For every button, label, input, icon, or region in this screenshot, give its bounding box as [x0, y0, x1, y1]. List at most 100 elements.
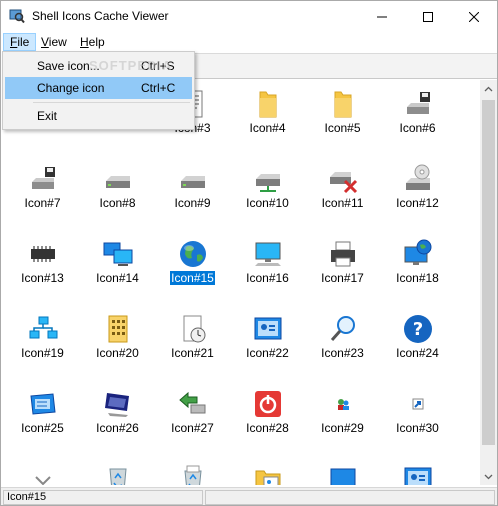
icon-item[interactable]: Icon#9	[155, 155, 230, 230]
icon-item[interactable]: Icon#28	[230, 380, 305, 455]
icon-label-text: Icon#20	[96, 346, 139, 360]
scrollbar-thumb[interactable]	[482, 100, 495, 445]
recycle-bin-empty-icon	[109, 468, 127, 485]
desktop-icon	[330, 468, 356, 485]
icon-label: Icon#15	[155, 270, 230, 286]
run-icon	[30, 393, 56, 415]
icon-label-text: Icon#19	[21, 346, 64, 360]
icon-label-text: Icon#12	[396, 196, 439, 210]
menu-item-change-icon[interactable]: Change icon Ctrl+C	[5, 77, 192, 99]
icon-item[interactable]: Icon#25	[5, 380, 80, 455]
cd-drive-icon	[406, 164, 430, 190]
icon-label: Icon#12	[380, 196, 455, 210]
icon-label: Icon#25	[5, 421, 80, 435]
folder-icon	[334, 91, 352, 118]
icon-label-text: Icon#17	[321, 271, 364, 285]
floppy-drive-icon	[32, 167, 55, 189]
chevron-down-icon	[484, 474, 493, 479]
icon-item[interactable]: Icon#7	[5, 155, 80, 230]
icon-label: Icon#20	[80, 346, 155, 360]
icon-item[interactable]: Icon#18	[380, 230, 455, 305]
icon-item[interactable]: Icon#21	[155, 305, 230, 380]
network-computers-icon	[103, 242, 133, 266]
icon-item[interactable]: Icon#6	[380, 80, 455, 155]
icon-item[interactable]: Icon#12	[380, 155, 455, 230]
close-button[interactable]	[451, 1, 497, 32]
icon-label-text: Icon#30	[396, 421, 439, 435]
icon-item[interactable]: Icon#5	[305, 80, 380, 155]
icon-label: Icon#16	[230, 271, 305, 285]
internet-computer-icon	[404, 239, 432, 265]
icon-label-text: Icon#24	[396, 346, 439, 360]
icon-item[interactable]: Icon#8	[80, 155, 155, 230]
programs-icon	[108, 315, 128, 343]
icon-label: Icon#18	[380, 271, 455, 285]
icon-item[interactable]: Icon#29	[305, 380, 380, 455]
icon-item[interactable]: Icon#13	[5, 230, 80, 305]
icon-item[interactable]: Icon#20	[80, 305, 155, 380]
icon-item[interactable]	[80, 455, 155, 485]
icon-item[interactable]: ? Icon#24	[380, 305, 455, 380]
icon-item[interactable]: Icon#16	[230, 230, 305, 305]
status-pane-selection: Icon#15	[3, 490, 203, 505]
minimize-button[interactable]	[359, 1, 405, 32]
change-icon-shortcut: Ctrl+C	[141, 81, 176, 95]
icon-label-text: Icon#11	[321, 196, 364, 210]
minimize-icon	[377, 16, 387, 17]
icon-label-text: Icon#7	[24, 196, 61, 210]
icon-label: Icon#21	[155, 346, 230, 360]
icon-item[interactable]	[380, 455, 455, 485]
icon-item[interactable]: Icon#4	[230, 80, 305, 155]
icon-label: Icon#7	[5, 196, 80, 210]
status-bar: Icon#15	[1, 487, 497, 505]
scroll-up-button[interactable]	[480, 80, 497, 97]
printer-icon	[331, 241, 355, 267]
control-panel-icon	[404, 467, 432, 485]
icon-label-text: Icon#21	[171, 346, 214, 360]
icon-item[interactable]: Icon#22	[230, 305, 305, 380]
menu-view[interactable]: View	[35, 33, 73, 51]
icon-label: Icon#11	[305, 196, 380, 210]
menu-bar: File View Help	[1, 32, 497, 52]
menu-help[interactable]: Help	[74, 33, 111, 51]
icon-item[interactable]	[5, 455, 80, 485]
icon-item[interactable]: Icon#14	[80, 230, 155, 305]
menu-help-mnemonic: H	[80, 35, 89, 49]
network-drive-icon	[256, 174, 280, 192]
menu-file[interactable]: File	[3, 33, 37, 51]
icon-item[interactable]	[230, 455, 305, 485]
title-bar[interactable]: Shell Icons Cache Viewer	[1, 1, 497, 32]
menu-item-exit[interactable]: Exit	[5, 105, 192, 127]
app-icon	[9, 9, 25, 24]
icon-item[interactable]: Icon#30	[380, 380, 455, 455]
status-text: Icon#15	[7, 491, 47, 503]
menu-file-label: ile	[17, 35, 30, 49]
maximize-button[interactable]	[405, 1, 451, 32]
icon-label-text: Icon#28	[246, 421, 289, 435]
icon-item[interactable]: Icon#10	[230, 155, 305, 230]
folder-icon	[259, 91, 277, 118]
disconnected-drive-icon	[330, 172, 358, 194]
icon-item[interactable]: Icon#26	[80, 380, 155, 455]
icon-label-text: Icon#14	[96, 271, 139, 285]
icon-item[interactable]: Icon#19	[5, 305, 80, 380]
icon-label: Icon#5	[305, 121, 380, 135]
icon-item[interactable]: Icon#11	[305, 155, 380, 230]
close-icon	[469, 11, 479, 22]
icon-grid: Icon#3Icon#4Icon#5Icon#6Icon#7Icon#8Icon…	[3, 80, 480, 485]
svg-text:?: ?	[413, 319, 423, 340]
icon-item[interactable]: Icon#27	[155, 380, 230, 455]
icon-item[interactable]: Icon#15	[155, 230, 230, 305]
icon-item[interactable]	[305, 455, 380, 485]
icon-label-text: Icon#13	[21, 271, 64, 285]
icon-label: Icon#10	[230, 196, 305, 210]
icon-item[interactable]	[155, 455, 230, 485]
vertical-scrollbar[interactable]	[480, 80, 497, 485]
icon-label-text: Icon#25	[21, 421, 64, 435]
icon-label-text: Icon#23	[321, 346, 364, 360]
icon-label-text: Icon#5	[324, 121, 361, 135]
icon-label: Icon#27	[155, 421, 230, 435]
icon-item[interactable]: Icon#17	[305, 230, 380, 305]
scroll-down-button[interactable]	[480, 468, 497, 485]
icon-item[interactable]: Icon#23	[305, 305, 380, 380]
